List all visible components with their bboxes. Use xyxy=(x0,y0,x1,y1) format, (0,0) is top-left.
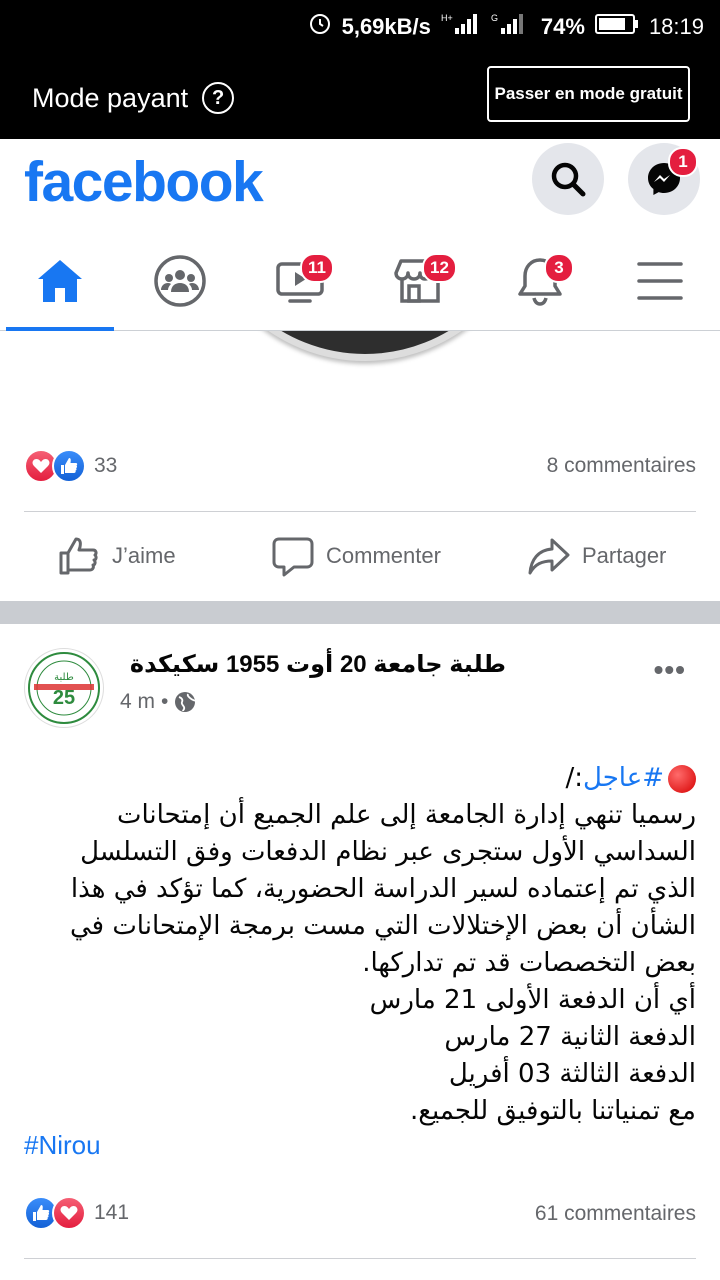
reactions-summary-2[interactable]: 141 xyxy=(24,1196,129,1230)
divider xyxy=(24,511,696,512)
app-header: facebook 1 xyxy=(0,139,720,231)
post-separator xyxy=(0,601,720,624)
love-reaction-icon xyxy=(52,1196,86,1230)
home-icon xyxy=(38,260,82,302)
free-mode-button[interactable]: Passer en mode gratuit xyxy=(487,66,690,122)
page-name[interactable]: طلبة جامعة 20 أوت 1955 سكيكدة xyxy=(130,650,506,679)
feed-post: 33 8 commentaires J’aime Commenter Parta… xyxy=(0,331,720,601)
nirou-hashtag[interactable]: #Nirou xyxy=(24,1130,101,1161)
red-circle-icon xyxy=(668,764,696,793)
messenger-badge: 1 xyxy=(668,147,698,177)
comment-label: Commenter xyxy=(326,543,441,568)
help-icon[interactable]: ? xyxy=(202,82,235,114)
facebook-logo: facebook xyxy=(24,150,264,214)
clock: 18:19 xyxy=(648,14,704,39)
tab-menu[interactable] xyxy=(600,231,720,331)
data-mode-bar: Mode payant ? Passer en mode gratuit xyxy=(0,52,720,139)
mode-label: Mode payant ? xyxy=(32,82,235,114)
post-body: #عاجل:/ رسميا تنهي إدارة الجامعة إلى علم… xyxy=(24,760,696,1130)
post-paragraph: رسميا تنهي إدارة الجامعة إلى علم الجميع … xyxy=(69,800,696,978)
notifications-badge: 3 xyxy=(544,253,574,283)
reaction-count: 33 xyxy=(94,454,118,477)
like-reaction-icon xyxy=(52,449,86,483)
urgent-hashtag[interactable]: #عاجل xyxy=(583,763,664,793)
post-meta: 4 m • xyxy=(120,690,197,714)
like-label: J’aime xyxy=(112,543,176,568)
urgent-suffix: :/ xyxy=(565,763,584,793)
signal-icon-2: G xyxy=(491,12,531,42)
post-line: الدفعة الثالثة 03 أفريل xyxy=(448,1059,696,1089)
tab-watch[interactable]: 11 xyxy=(240,231,360,331)
comment-button[interactable]: Commenter xyxy=(272,535,441,577)
battery-level: 74% xyxy=(540,14,585,39)
groups-icon xyxy=(154,255,206,307)
comment-icon xyxy=(272,537,314,577)
more-options-button[interactable]: ••• xyxy=(654,654,686,686)
post-line: أي أن الدفعة الأولى 21 مارس xyxy=(369,985,696,1015)
share-icon xyxy=(528,538,570,575)
post-photo[interactable] xyxy=(195,331,535,361)
tab-home[interactable] xyxy=(0,231,120,331)
meta-dot: • xyxy=(161,690,169,713)
page-avatar[interactable]: طلبة 25 xyxy=(24,648,104,728)
post-line: الدفعة الثانية 27 مارس xyxy=(444,1022,696,1052)
post-headline: #عاجل:/ xyxy=(24,760,696,797)
globe-icon xyxy=(175,692,197,712)
signal-icon: H+ xyxy=(441,12,481,42)
marketplace-badge: 12 xyxy=(422,253,457,283)
search-icon xyxy=(551,162,586,197)
mode-label-text: Mode payant xyxy=(32,82,189,113)
reactions-summary[interactable]: 33 xyxy=(24,449,117,483)
like-button[interactable]: J’aime xyxy=(58,535,176,577)
share-label: Partager xyxy=(582,543,667,568)
divider xyxy=(24,1258,696,1259)
share-button[interactable]: Partager xyxy=(528,535,666,577)
post-time[interactable]: 4 m xyxy=(120,690,155,714)
status-bar: 5,69kB/s H+ G 74% 18:19 xyxy=(0,0,720,52)
feed-post-2: طلبة 25 طلبة جامعة 20 أوت 1955 سكيكدة 4 … xyxy=(0,624,720,1280)
comments-count-2[interactable]: 61 commentaires xyxy=(535,1202,696,1226)
search-button[interactable] xyxy=(532,143,604,215)
avatar-text: طلبة xyxy=(54,672,74,683)
network-speed: 5,69kB/s xyxy=(341,14,431,39)
tab-marketplace[interactable]: 12 xyxy=(360,231,480,331)
battery-icon xyxy=(594,13,639,41)
comments-count[interactable]: 8 commentaires xyxy=(547,454,696,478)
menu-icon xyxy=(637,262,683,300)
thumbs-up-icon xyxy=(59,537,98,575)
svg-text:H+: H+ xyxy=(441,13,453,23)
tab-groups[interactable] xyxy=(120,231,240,331)
tab-notifications[interactable]: 3 xyxy=(480,231,600,331)
messenger-button[interactable]: 1 xyxy=(628,143,700,215)
tab-bar: 11 12 3 xyxy=(0,231,720,331)
avatar-number: 25 xyxy=(53,687,75,709)
svg-text:G: G xyxy=(491,13,498,23)
watch-badge: 11 xyxy=(300,253,334,283)
post-line: مع تمنياتنا بالتوفيق للجميع. xyxy=(409,1096,696,1126)
reaction-count-2: 141 xyxy=(94,1201,130,1224)
university-logo-icon: طلبة 25 xyxy=(28,652,100,724)
alarm-icon xyxy=(308,12,332,42)
